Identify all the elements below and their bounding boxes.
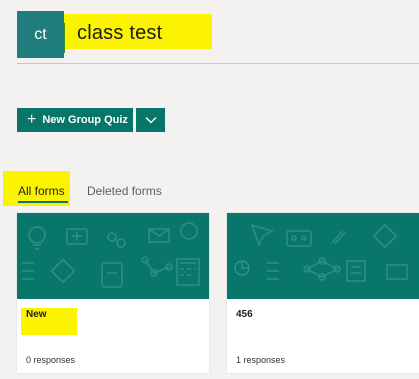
- tab-all-forms[interactable]: All forms: [18, 184, 65, 198]
- header-divider: [17, 63, 419, 64]
- form-card-title: New: [26, 309, 47, 320]
- form-card-banner: [17, 213, 209, 299]
- group-avatar: ct: [17, 11, 64, 58]
- new-group-quiz-label: New Group Quiz: [42, 114, 128, 126]
- form-card[interactable]: 456 1 responses: [227, 213, 419, 373]
- decorative-pattern-icon: [22, 222, 200, 288]
- plus-icon: +: [27, 111, 37, 128]
- form-card-title: 456: [236, 309, 253, 320]
- selected-tab-indicator: [18, 201, 68, 203]
- form-card-responses: 1 responses: [236, 355, 286, 365]
- new-form-dropdown-button[interactable]: [136, 108, 165, 132]
- form-card-responses: 0 responses: [26, 355, 76, 365]
- group-initials: ct: [34, 25, 47, 43]
- decorative-pattern-icon: [234, 223, 408, 282]
- new-group-quiz-split-button: + New Group Quiz: [17, 108, 165, 132]
- new-group-quiz-button[interactable]: + New Group Quiz: [17, 108, 133, 132]
- form-card-banner: [227, 213, 419, 299]
- chevron-down-icon: [145, 117, 156, 124]
- tab-deleted-forms[interactable]: Deleted forms: [87, 184, 162, 198]
- form-card[interactable]: New 0 responses: [17, 213, 209, 373]
- group-title: class test: [77, 22, 163, 44]
